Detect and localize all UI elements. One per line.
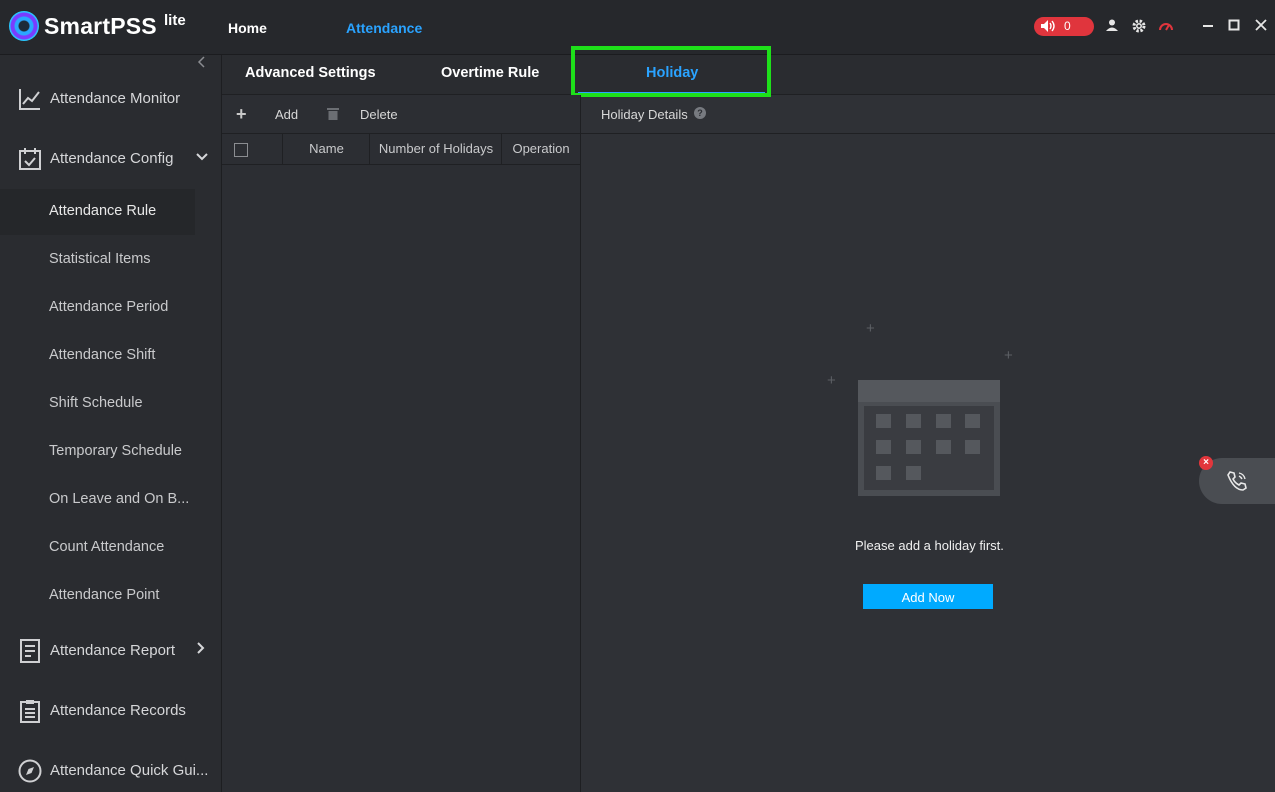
alarm-button[interactable]: 0 [1034,17,1094,36]
add-now-button[interactable]: Add Now [863,584,993,609]
sidebar-item-attendance-report[interactable]: Attendance Report [0,631,221,671]
sidebar-item-label: Attendance Point [49,587,160,603]
trash-icon[interactable] [326,106,340,120]
app-name: SmartPSS [44,13,157,39]
app-logo-icon [9,11,39,41]
table-header: Name Number of Holidays Operation [222,134,580,165]
user-icon[interactable] [1103,18,1121,36]
column-header-number-of-holidays[interactable]: Number of Holidays [369,134,502,164]
holiday-details-header: Holiday Details ? [581,95,1275,134]
sidebar-item-label: Temporary Schedule [49,443,182,459]
gear-icon[interactable] [1130,18,1148,36]
column-header-operation[interactable]: Operation [501,134,580,164]
sidebar-item-label: Shift Schedule [49,395,143,411]
sidebar-item-temporary-schedule[interactable]: Temporary Schedule [0,429,221,475]
sidebar-item-label: Attendance Report [50,642,176,659]
plus-decoration-icon: + [866,320,875,337]
chevron-right-icon [196,641,206,657]
sidebar-item-statistical-items[interactable]: Statistical Items [0,237,221,283]
report-document-icon [18,639,42,663]
sidebar-item-label: Attendance Rule [49,203,157,219]
column-header-name[interactable]: Name [282,134,370,164]
alarm-count: 0 [1064,19,1071,33]
sidebar-item-attendance-records[interactable]: Attendance Records [0,691,221,731]
highlight-box [571,46,771,97]
sidebar-item-on-leave[interactable]: On Leave and On B... [0,477,221,523]
nav-home[interactable]: Home [228,20,267,36]
select-all-checkbox[interactable] [234,143,248,157]
sidebar-item-label: Attendance Shift [49,347,156,363]
chevron-down-icon [196,149,208,165]
speaker-icon [1040,19,1056,36]
sidebar-item-label: On Leave and On B... [49,491,190,507]
empty-state-message: Please add a holiday first. [855,538,1004,553]
tab-advanced-settings[interactable]: Advanced Settings [245,65,376,81]
tab-overtime-rule[interactable]: Overtime Rule [441,65,539,81]
sidebar-item-label: Attendance Period [49,299,169,315]
close-icon[interactable] [1252,18,1270,36]
plus-decoration-icon: + [827,372,836,389]
performance-gauge-icon[interactable] [1157,18,1175,36]
holiday-details-title: Holiday Details [601,107,688,122]
plus-decoration-icon: + [1004,347,1013,364]
sidebar-item-attendance-period[interactable]: Attendance Period [0,285,221,331]
delete-button[interactable]: Delete [360,107,398,122]
clipboard-list-icon [18,699,42,723]
sidebar-item-attendance-monitor[interactable]: Attendance Monitor [0,79,221,119]
add-button[interactable]: Add [275,107,298,122]
sidebar-item-attendance-rule[interactable]: Attendance Rule [0,189,195,235]
sidebar-item-attendance-config[interactable]: Attendance Config [0,139,221,179]
sidebar-item-label: Statistical Items [49,251,151,267]
collapse-sidebar-icon[interactable] [197,55,205,71]
sidebar-item-attendance-point[interactable]: Attendance Point [0,573,221,619]
maximize-icon[interactable] [1225,18,1243,36]
holiday-list-pane: + Add Delete Name Number of Holidays Ope… [222,95,581,792]
calendar-check-icon [18,147,42,171]
line-chart-icon [18,87,42,111]
sidebar-item-shift-schedule[interactable]: Shift Schedule [0,381,221,427]
app-name-sup: lite [164,12,186,29]
sidebar-item-count-attendance[interactable]: Count Attendance [0,525,221,571]
sidebar: Attendance Monitor Attendance Config Att… [0,55,222,792]
help-icon[interactable]: ? [694,107,706,119]
sidebar-item-label: Attendance Monitor [50,90,181,107]
sidebar-item-label: Attendance Quick Gui... [50,762,209,779]
compass-icon [18,759,42,783]
sidebar-item-attendance-shift[interactable]: Attendance Shift [0,333,221,379]
list-toolbar: + Add Delete [222,95,580,134]
sidebar-item-label: Attendance Config [50,150,174,167]
sidebar-item-label: Count Attendance [49,539,165,555]
sidebar-item-attendance-quick-guide[interactable]: Attendance Quick Gui... [0,751,221,791]
nav-attendance[interactable]: Attendance [346,20,422,36]
sidebar-item-label: Attendance Records [50,702,186,719]
empty-calendar-icon [858,380,1000,499]
close-call-widget-icon[interactable]: × [1199,456,1213,470]
add-icon[interactable]: + [236,104,247,125]
phone-call-icon [1226,470,1248,495]
minimize-icon[interactable] [1199,18,1217,36]
